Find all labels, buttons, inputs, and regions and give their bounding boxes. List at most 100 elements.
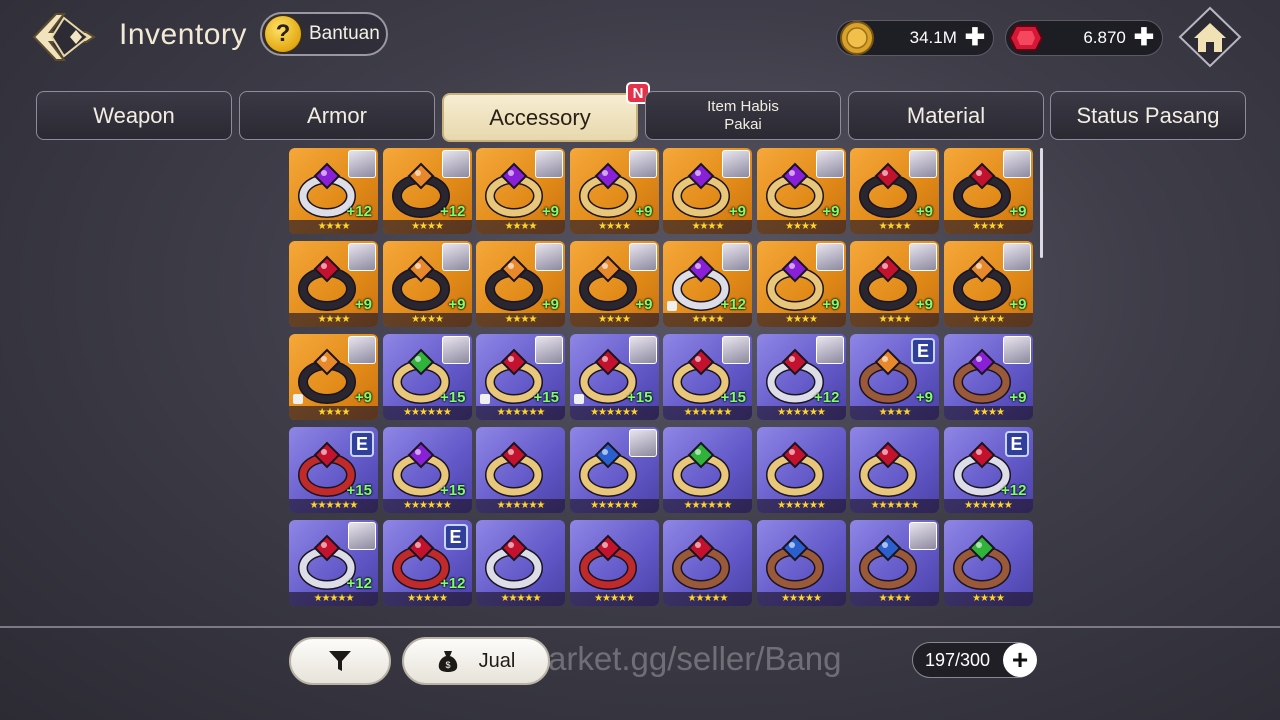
star-rating: ★★★★★★ bbox=[870, 500, 920, 511]
tab-consumables[interactable]: Item Habis Pakai bbox=[645, 91, 841, 140]
inventory-item[interactable]: +15 ★★★★★★ bbox=[382, 334, 472, 420]
inventory-item[interactable]: ★★★★★ bbox=[663, 520, 752, 606]
grid-scrollbar[interactable] bbox=[1040, 148, 1043, 258]
star-rating: ★★★★ bbox=[504, 314, 538, 325]
add-gold-icon[interactable]: ✚ bbox=[965, 26, 985, 50]
inventory-item[interactable]: ★★★★★★ bbox=[756, 427, 846, 513]
character-portrait-icon bbox=[535, 336, 563, 364]
inventory-item[interactable]: +9 ★★★★ bbox=[850, 241, 939, 327]
add-gem-icon[interactable]: ✚ bbox=[1134, 26, 1154, 50]
back-button[interactable] bbox=[30, 8, 98, 66]
inventory-item[interactable]: E +12 ★★★★★★ bbox=[943, 427, 1033, 513]
inventory-item[interactable]: E +12 ★★★★★ bbox=[382, 520, 472, 606]
filter-funnel-icon bbox=[329, 651, 351, 671]
character-portrait-icon bbox=[348, 243, 376, 271]
enhance-level: +9 bbox=[915, 389, 933, 406]
inventory-item[interactable]: +9 ★★★★ bbox=[943, 148, 1033, 234]
star-rating: ★★★★ bbox=[878, 593, 912, 604]
tab-armor[interactable]: Armor bbox=[239, 91, 435, 140]
home-icon bbox=[1178, 6, 1242, 68]
enhance-level: +12 bbox=[440, 203, 466, 220]
character-portrait-icon bbox=[628, 243, 657, 271]
inventory-item[interactable]: +9 ★★★★ bbox=[569, 241, 659, 327]
star-rating: ★★★★★★ bbox=[777, 500, 826, 511]
sell-label: Jual bbox=[478, 649, 516, 672]
character-portrait-icon bbox=[722, 243, 750, 271]
inventory-item[interactable]: +15 ★★★★★★ bbox=[569, 334, 659, 420]
inventory-item[interactable]: +15 ★★★★★★ bbox=[476, 334, 565, 420]
red-gem-icon bbox=[1008, 25, 1044, 51]
enhance-level: +9 bbox=[635, 203, 653, 220]
inventory-item[interactable]: +9 ★★★★ bbox=[943, 334, 1033, 420]
inventory-item[interactable]: +9 ★★★★ bbox=[663, 148, 752, 234]
star-rating: ★★★★ bbox=[878, 221, 912, 232]
enhance-level: +9 bbox=[915, 296, 933, 313]
inventory-item[interactable]: E +15 ★★★★★★ bbox=[289, 427, 378, 513]
star-rating: ★★★★★★ bbox=[590, 500, 639, 511]
star-rating: ★★★★ bbox=[691, 221, 725, 232]
character-portrait-icon bbox=[815, 243, 844, 271]
inventory-item[interactable]: +9 ★★★★ bbox=[289, 334, 378, 420]
star-rating: ★★★★ bbox=[317, 407, 351, 418]
inventory-item[interactable]: +9 ★★★★ bbox=[382, 241, 472, 327]
sell-button[interactable]: $ Jual bbox=[402, 637, 550, 685]
inventory-item[interactable]: +9 ★★★★ bbox=[850, 148, 939, 234]
inventory-item[interactable]: ★★★★★★ bbox=[569, 427, 659, 513]
inventory-capacity: 197/300 + bbox=[912, 642, 1037, 678]
gold-currency[interactable]: 34.1M ✚ bbox=[836, 20, 994, 56]
gem-currency[interactable]: 6.870 ✚ bbox=[1005, 20, 1163, 56]
inventory-item[interactable]: +12 ★★★★ bbox=[289, 148, 378, 234]
star-rating: ★★★★ bbox=[972, 221, 1005, 232]
inventory-item[interactable]: +12 ★★★★ bbox=[382, 148, 472, 234]
inventory-item[interactable]: +12 ★★★★ bbox=[663, 241, 752, 327]
tab-weapon[interactable]: Weapon bbox=[36, 91, 232, 140]
expand-capacity-button[interactable]: + bbox=[1003, 643, 1037, 677]
page-title: Inventory bbox=[119, 18, 247, 51]
help-button[interactable]: ? Bantuan bbox=[260, 12, 388, 56]
equipped-badge: E bbox=[350, 431, 374, 457]
character-portrait-icon bbox=[1002, 336, 1031, 364]
enhance-level: +15 bbox=[440, 482, 466, 499]
tab-material[interactable]: Material bbox=[848, 91, 1044, 140]
inventory-item[interactable]: ★★★★★★ bbox=[850, 427, 939, 513]
inventory-item[interactable]: +15 ★★★★★★ bbox=[382, 427, 472, 513]
inventory-item[interactable]: +9 ★★★★ bbox=[943, 241, 1033, 327]
character-portrait-icon bbox=[722, 150, 750, 178]
inventory-item[interactable]: E +9 ★★★★ bbox=[850, 334, 939, 420]
inventory-item[interactable]: +15 ★★★★★★ bbox=[663, 334, 752, 420]
tab-equip-status[interactable]: Status Pasang bbox=[1050, 91, 1246, 140]
inventory-item[interactable]: +9 ★★★★ bbox=[756, 148, 846, 234]
enhance-level: +9 bbox=[448, 296, 466, 313]
tab-accessory[interactable]: Accessory bbox=[442, 93, 638, 142]
inventory-item[interactable]: ★★★★★ bbox=[569, 520, 659, 606]
character-portrait-icon bbox=[628, 150, 657, 178]
capacity-value: 197/300 bbox=[925, 649, 991, 670]
inventory-item[interactable]: +12 ★★★★★ bbox=[289, 520, 378, 606]
equipped-badge: E bbox=[1004, 431, 1029, 457]
character-portrait-icon bbox=[441, 150, 470, 178]
inventory-item[interactable]: +12 ★★★★★★ bbox=[756, 334, 846, 420]
character-portrait-icon bbox=[535, 150, 563, 178]
inventory-item[interactable]: +9 ★★★★ bbox=[476, 241, 565, 327]
inventory-item[interactable]: +9 ★★★★ bbox=[476, 148, 565, 234]
star-rating: ★★★★★★ bbox=[683, 500, 733, 511]
inventory-item[interactable]: ★★★★ bbox=[850, 520, 939, 606]
inventory-item[interactable]: +9 ★★★★ bbox=[756, 241, 846, 327]
inventory-item[interactable]: ★★★★★ bbox=[756, 520, 846, 606]
inventory-item[interactable]: ★★★★ bbox=[943, 520, 1033, 606]
inventory-item[interactable]: +9 ★★★★ bbox=[569, 148, 659, 234]
filter-button[interactable] bbox=[289, 637, 391, 685]
back-arrow-icon bbox=[32, 13, 96, 61]
star-rating: ★★★★★★ bbox=[590, 407, 639, 418]
inventory-item[interactable]: ★★★★★★ bbox=[663, 427, 752, 513]
star-rating: ★★★★★★ bbox=[309, 500, 359, 511]
inventory-item[interactable]: ★★★★★★ bbox=[476, 427, 565, 513]
ring-icon bbox=[765, 534, 824, 590]
star-rating: ★★★★★ bbox=[407, 593, 448, 604]
inventory-item[interactable]: +9 ★★★★ bbox=[289, 241, 378, 327]
character-portrait-icon bbox=[909, 243, 937, 271]
home-button[interactable] bbox=[1178, 6, 1242, 68]
inventory-item[interactable]: ★★★★★ bbox=[476, 520, 565, 606]
character-portrait-icon bbox=[348, 150, 376, 178]
character-portrait-icon bbox=[628, 429, 657, 457]
